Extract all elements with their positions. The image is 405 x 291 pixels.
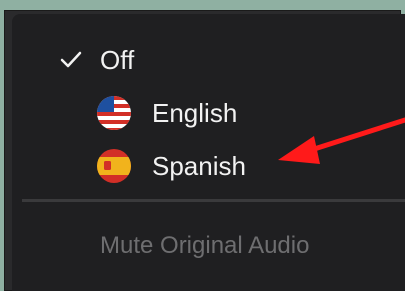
us-flag-icon xyxy=(96,95,132,131)
menu-item-spanish[interactable]: Spanish xyxy=(96,146,246,186)
menu-item-label: Off xyxy=(100,44,135,75)
annotation-arrow-icon xyxy=(278,117,405,164)
menu-item-off[interactable]: Off xyxy=(60,40,134,80)
menu-item-label: Spanish xyxy=(152,150,246,181)
spain-flag-icon xyxy=(96,148,132,184)
mute-label: Mute Original Audio xyxy=(100,232,310,259)
menu-divider xyxy=(22,199,405,202)
menu-item-english[interactable]: English xyxy=(96,93,237,133)
menu-item-label: English xyxy=(152,97,238,128)
mute-original-audio-item[interactable]: Mute Original Audio xyxy=(100,226,309,266)
checkmark-icon xyxy=(60,48,88,72)
